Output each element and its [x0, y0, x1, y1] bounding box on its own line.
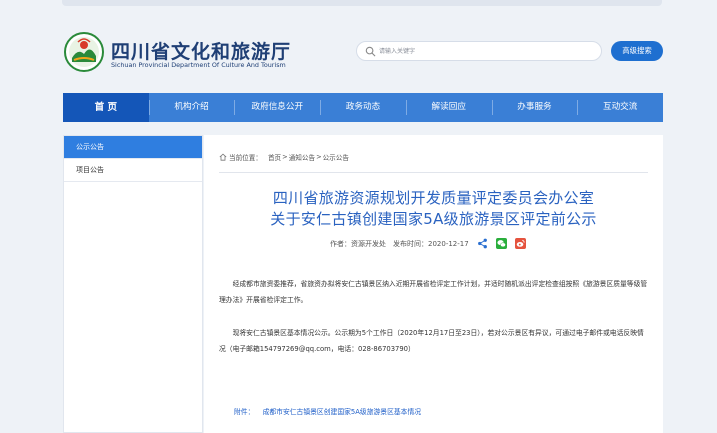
search-box[interactable] — [356, 41, 602, 61]
main-nav: 首 页 机构介绍 政府信息公开 政务动态 解读回应 办事服务 互动交流 — [63, 93, 663, 122]
article-author: 作者：资源开发处 — [330, 239, 386, 248]
nav-item-news[interactable]: 政务动态 — [320, 93, 406, 122]
article-publish-time: 发布时间：2020-12-17 — [393, 239, 469, 248]
nav-item-interpretation[interactable]: 解读回应 — [405, 93, 492, 122]
search-input[interactable] — [379, 44, 597, 58]
nav-item-home[interactable]: 首 页 — [63, 93, 149, 122]
breadcrumb-home[interactable]: 首页 — [268, 152, 281, 162]
wechat-icon[interactable] — [495, 238, 507, 249]
advanced-search-button[interactable]: 高级搜索 — [611, 41, 663, 61]
site-header: 四川省文化和旅游厅 Sichuan Provincial Department … — [0, 6, 717, 92]
site-subtitle: Sichuan Provincial Department Of Culture… — [111, 61, 286, 69]
logo-emblem-icon — [64, 32, 104, 72]
search-icon — [365, 46, 376, 57]
breadcrumb-separator: > — [316, 153, 322, 161]
site-title: 四川省文化和旅游厅 — [111, 41, 292, 63]
sidebar: 公示公告 项目公告 — [63, 135, 203, 433]
article-panel: 当前位置： 首页 > 通知公告 > 公示公告 四川省旅游资源规划开发质量评定委员… — [204, 135, 663, 433]
nav-item-services[interactable]: 办事服务 — [491, 93, 578, 122]
nav-item-about[interactable]: 机构介绍 — [148, 93, 235, 122]
breadcrumb-divider — [219, 172, 648, 173]
attachment-label: 附件： — [234, 408, 255, 416]
sidebar-item-projects[interactable]: 项目公告 — [64, 159, 202, 182]
share-icons — [477, 238, 534, 249]
attachment-link[interactable]: 成都市安仁古镇景区创建国家5A级旅游景区基本情况 — [263, 408, 422, 416]
article-title-line2: 关于安仁古镇创建国家5A级旅游景区评定前公示 — [270, 210, 597, 228]
attachment: 附件： 成都市安仁古镇景区创建国家5A级旅游景区基本情况 — [234, 406, 421, 416]
breadcrumb-notices[interactable]: 通知公告 — [289, 152, 315, 162]
breadcrumb-prefix: 当前位置： — [229, 154, 262, 162]
breadcrumb-separator: > — [282, 153, 288, 161]
breadcrumb-current[interactable]: 公示公告 — [323, 152, 349, 162]
breadcrumb: 当前位置： 首页 > 通知公告 > 公示公告 — [219, 152, 349, 162]
article-meta: 作者：资源开发处 发布时间：2020-12-17 — [330, 238, 534, 249]
home-icon — [219, 153, 227, 161]
article-paragraph-1: 经成都市旅资委推荐，省旅资办拟将安仁古镇景区纳入近期开展省检评定工作计划，并适时… — [219, 280, 648, 304]
nav-item-interaction[interactable]: 互动交流 — [577, 93, 663, 122]
article-paragraph-2: 现将安仁古镇景区基本情况公示。公示期为5个工作日（2020年12月17日至23日… — [219, 329, 644, 353]
article-title-line1: 四川省旅游资源规划开发质量评定委员会办公室 — [272, 189, 595, 207]
weibo-icon[interactable] — [514, 238, 526, 249]
share-icon[interactable] — [477, 238, 488, 249]
nav-item-gov-info[interactable]: 政府信息公开 — [234, 93, 320, 122]
sidebar-item-notices[interactable]: 公示公告 — [64, 136, 202, 159]
